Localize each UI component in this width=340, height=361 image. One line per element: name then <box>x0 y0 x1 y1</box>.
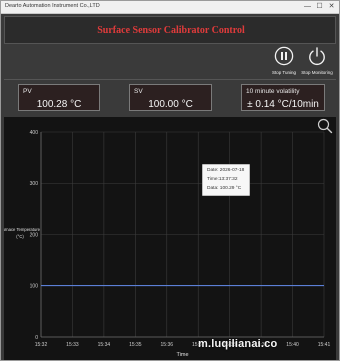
y-tick-label: 200 <box>30 232 39 238</box>
watermark: m.luqilianai.co <box>198 338 278 350</box>
zoom-icon[interactable] <box>317 118 333 134</box>
control-area: Stop Tuning Stop Monitoring <box>4 45 336 79</box>
data-tooltip: Date: 2026-07-18 Time:13:37:32 Data: 100… <box>202 164 250 196</box>
x-tick-label: 15:35 <box>129 342 142 348</box>
y-tick-label: 300 <box>30 181 39 187</box>
y-tick-label: 100 <box>30 284 39 290</box>
app-header: Surface Sensor Calibrator Control <box>4 16 336 44</box>
window-title: Dearto Automation Instrument Co.,LTD <box>5 3 100 9</box>
x-tick-label: 15:36 <box>161 342 174 348</box>
tooltip-time: Time:13:37:32 <box>207 177 238 182</box>
y-tick-label: 0 <box>35 335 38 341</box>
volatility-value: ± 0.14 °C/10min <box>247 99 319 110</box>
maximize-button[interactable]: ☐ <box>314 2 325 12</box>
pv-value: 100.28 °C <box>36 99 82 110</box>
x-tick-label: 15:33 <box>66 342 79 348</box>
pv-readout: PV 100.28 °C <box>18 84 100 111</box>
power-icon <box>309 47 325 66</box>
temperature-chart: 0 100 200 300 400 15:32 15:33 15:34 15:35 15:36 15… <box>4 130 331 358</box>
app-window: Dearto Automation Instrument Co.,LTD — ☐… <box>0 0 340 361</box>
y-axis-label: (°C) <box>16 234 24 239</box>
x-tick-label: 15:32 <box>35 342 48 348</box>
volatility-label: 10 minute volatility <box>246 88 300 95</box>
readout-row: PV 100.28 °C SV 100.00 °C 10 minute vola… <box>4 80 336 116</box>
sv-value: 100.00 °C <box>148 99 193 110</box>
y-tick-label: 400 <box>30 130 39 136</box>
x-tick-label: 15:41 <box>318 342 331 348</box>
x-tick-label: 15:40 <box>286 342 299 348</box>
sv-label: SV <box>134 88 143 95</box>
title-bar: Dearto Automation Instrument Co.,LTD — ☐… <box>1 1 339 14</box>
tooltip-date: Date: 2026-07-18 <box>207 168 245 173</box>
stop-monitoring-button[interactable]: Stop Monitoring <box>300 46 334 80</box>
x-axis-label: Time <box>176 352 188 358</box>
pause-icon <box>274 46 294 66</box>
close-button[interactable]: ✕ <box>326 2 337 12</box>
minimize-button[interactable]: — <box>302 2 313 12</box>
tooltip-data: Data: 100.29 °C <box>207 186 242 191</box>
app-title: Surface Sensor Calibrator Control <box>97 25 245 36</box>
window-controls: — ☐ ✕ <box>302 2 337 12</box>
volatility-readout: 10 minute volatility ± 0.14 °C/10min <box>241 84 325 111</box>
sv-readout: SV 100.00 °C <box>129 84 212 111</box>
x-tick-label: 15:34 <box>98 342 111 348</box>
y-axis-label: Furnace Temperature <box>4 227 41 232</box>
stop-monitoring-label: Stop Monitoring <box>301 70 333 75</box>
pv-label: PV <box>23 88 32 95</box>
